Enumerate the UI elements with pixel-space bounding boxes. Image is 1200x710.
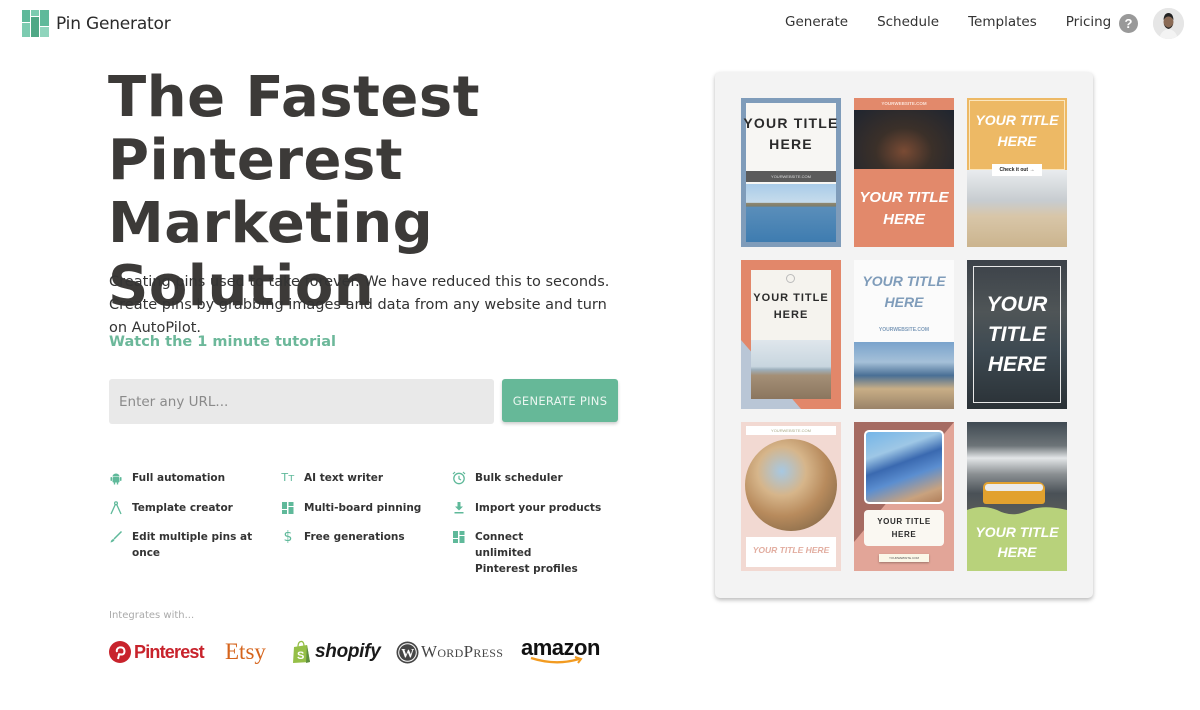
- hero-title-line-1: The Fastest: [108, 65, 480, 130]
- feature-label: Full automation: [132, 472, 226, 484]
- question-circle-icon[interactable]: ?: [1119, 14, 1138, 33]
- pin-photo: [854, 342, 954, 409]
- amazon-smile-icon: [530, 656, 583, 664]
- amazon-logo[interactable]: amazon: [521, 636, 600, 668]
- pin-cta: Check it out →: [992, 164, 1042, 176]
- pin-template-1[interactable]: YOUR TITLE HERE YOURWEBSITE.COM: [741, 98, 841, 247]
- nav-generate[interactable]: Generate: [785, 14, 848, 30]
- pin-template-5[interactable]: YOUR TITLE HERE YOURWEBSITE.COM: [854, 260, 954, 409]
- tutorial-link[interactable]: Watch the 1 minute tutorial: [109, 334, 336, 350]
- pin-title: YOUR TITLE HERE: [753, 292, 829, 321]
- brand-name: Etsy: [225, 639, 266, 664]
- top-navigation-bar: Pin Generator Generate Schedule Template…: [0, 0, 1200, 48]
- app-logo[interactable]: Pin Generator: [22, 10, 171, 37]
- pin-website: YOURWEBSITE.COM: [881, 101, 927, 106]
- pin-photo: [745, 439, 837, 531]
- feature-item: Template creator: [109, 500, 269, 516]
- pinterest-icon: [109, 641, 131, 663]
- svg-text:S: S: [297, 650, 304, 662]
- dollar-icon: $: [283, 529, 293, 545]
- pin-website: YOURWEBSITE.COM: [878, 327, 930, 333]
- app-name: Pin Generator: [56, 13, 171, 34]
- feature-label: AI text writer: [304, 472, 384, 484]
- pinterest-logo[interactable]: Pinterest: [109, 636, 205, 668]
- hero-description: Creating pins used to take forever. We h…: [109, 274, 610, 336]
- brand-name: shopify: [315, 641, 381, 662]
- brush-icon: [110, 530, 123, 543]
- brand-name: WordPress: [421, 642, 504, 661]
- pin-website: YOURWEBSITE.COM: [746, 171, 836, 182]
- pin-title: YOUR TITLE HERE: [975, 524, 1059, 560]
- user-avatar[interactable]: [1153, 8, 1184, 39]
- hero-title-line-2: Pinterest Marketing: [108, 128, 434, 256]
- android-icon: [110, 473, 122, 485]
- alarm-clock-icon: [452, 471, 466, 485]
- feature-item: Multi-board pinning: [281, 500, 441, 516]
- main-nav: Generate Schedule Templates Pricing: [785, 14, 1140, 30]
- pin-template-2[interactable]: YOURWEBSITE.COM YOUR TITLE HERE: [854, 98, 954, 247]
- feature-item: Tт AI text writer: [281, 470, 441, 486]
- pin-photo: [746, 184, 836, 242]
- grid-logo-icon: [22, 10, 49, 37]
- svg-text:W: W: [401, 645, 414, 660]
- generate-pins-button[interactable]: GENERATE PINS: [502, 379, 618, 422]
- feature-item: $ Free generations: [281, 529, 441, 545]
- shopify-bag-icon: S: [293, 640, 310, 663]
- text-size-icon: Tт: [281, 471, 295, 484]
- pin-title: YOUR TITLE HERE: [743, 115, 839, 152]
- dashboard-icon: [282, 502, 294, 514]
- pin-title: YOUR TITLE HERE: [752, 545, 830, 555]
- shopify-logo[interactable]: S shopify: [292, 636, 381, 668]
- wordpress-logo[interactable]: W WordPress: [396, 636, 503, 668]
- feature-item: Edit multiple pins at once: [109, 529, 269, 561]
- pin-template-7[interactable]: YOURWEBSITE.COM YOUR TITLE HERE: [741, 422, 841, 571]
- pin-title: YOUR TITLE HERE: [975, 112, 1059, 149]
- pin-template-3[interactable]: YOUR TITLE HERE Check it out →: [967, 98, 1067, 247]
- pin-templates-preview: YOUR TITLE HERE YOURWEBSITE.COM YOURWEBS…: [715, 72, 1093, 598]
- url-input[interactable]: [109, 379, 494, 424]
- feature-label: Connect unlimited Pinterest profiles: [475, 531, 578, 575]
- dashboard-icon: [453, 531, 465, 543]
- compass-icon: [110, 501, 122, 515]
- pin-website: YOURWEBSITE.COM: [746, 426, 836, 435]
- nav-schedule[interactable]: Schedule: [877, 14, 939, 30]
- pin-photo: [854, 110, 954, 169]
- pin-photo: [864, 430, 944, 504]
- pin-title: YOUR TITLE HERE: [986, 293, 1048, 376]
- wave-shape: [967, 507, 1067, 524]
- user-photo-icon: [1153, 8, 1184, 39]
- integrations-label: Integrates with...: [109, 610, 195, 621]
- feature-label: Edit multiple pins at once: [132, 531, 253, 559]
- pin-photo: [967, 170, 1067, 247]
- feature-label: Bulk scheduler: [475, 472, 563, 484]
- feature-item: Full automation: [109, 470, 269, 486]
- feature-label: Free generations: [304, 531, 405, 543]
- feature-label: Import your products: [475, 502, 602, 514]
- feature-label: Multi-board pinning: [304, 502, 422, 514]
- pin-template-8[interactable]: YOUR TITLE HERE YOURWEBSITE.COM: [854, 422, 954, 571]
- pin-template-4[interactable]: YOUR TITLE HERE: [741, 260, 841, 409]
- nav-templates[interactable]: Templates: [968, 14, 1037, 30]
- pin-title: YOUR TITLE HERE: [877, 517, 931, 539]
- integration-logos: Pinterest Etsy S shopify W WordPress ama…: [109, 636, 609, 672]
- pin-photo: [751, 340, 831, 399]
- pin-template-6[interactable]: YOUR TITLE HERE: [967, 260, 1067, 409]
- pin-title: YOUR TITLE HERE: [862, 273, 946, 310]
- pin-template-9[interactable]: YOUR TITLE HERE: [967, 422, 1067, 571]
- wordpress-icon: W: [396, 641, 419, 663]
- feature-item: Bulk scheduler: [452, 470, 612, 486]
- brand-name: Pinterest: [134, 641, 205, 662]
- download-icon: [454, 502, 464, 514]
- feature-item: Import your products: [452, 500, 612, 516]
- etsy-logo[interactable]: Etsy: [225, 636, 266, 668]
- feature-label: Template creator: [132, 502, 233, 514]
- pin-title: YOUR TITLE HERE: [859, 189, 949, 228]
- nav-pricing[interactable]: Pricing: [1066, 14, 1112, 30]
- pin-website: YOURWEBSITE.COM: [879, 554, 929, 562]
- feature-item: Connect unlimited Pinterest profiles: [452, 529, 582, 577]
